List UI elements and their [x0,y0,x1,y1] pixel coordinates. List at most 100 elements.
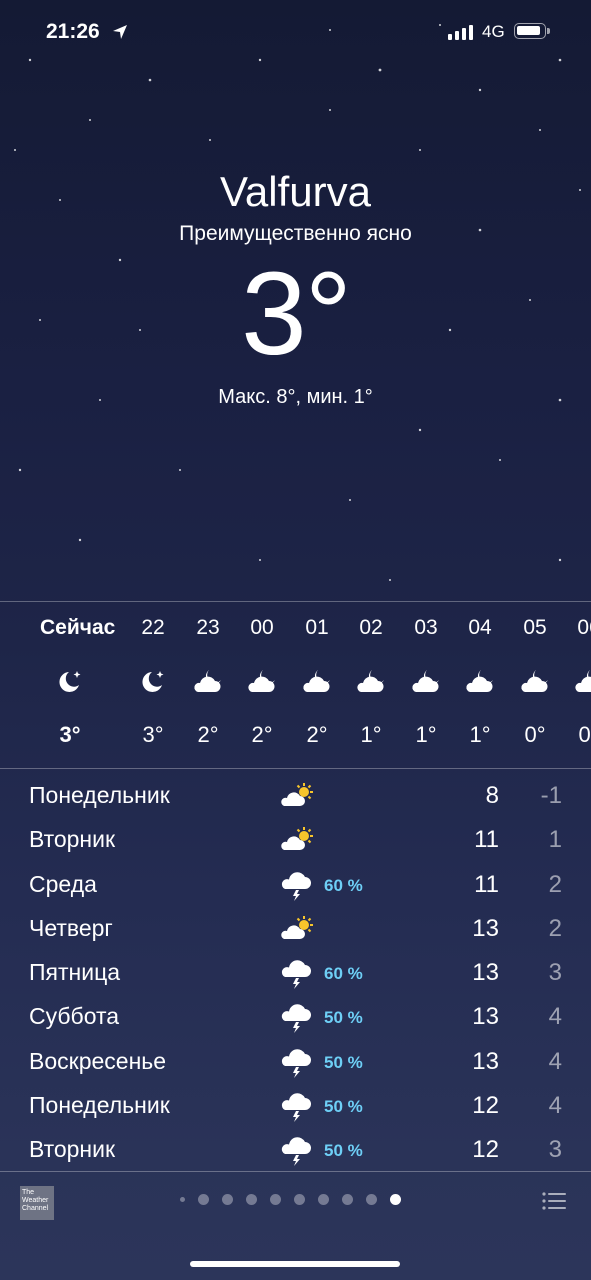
low-temp: 4 [548,1092,562,1120]
thunderstorm-icon [281,871,311,901]
page-dot[interactable] [366,1194,377,1205]
moon-stars-icon [142,671,164,692]
precip-chance: 50 % [324,1008,363,1028]
precip-chance: 60 % [324,875,363,895]
moon-stars-icon [59,671,81,692]
hourly-item: 04 1° [450,602,510,768]
hour-label: 04 [468,616,492,639]
day-name: Воскресенье [29,1047,167,1074]
precip-chance: 50 % [324,1052,363,1072]
cloud-moon-icon [303,670,330,692]
hour-label: 02 [359,616,383,639]
high-temp: 13 [472,959,499,987]
low-temp: 2 [548,914,562,942]
divider [0,1171,591,1172]
cloud-moon-icon [194,670,221,692]
location-arrow-icon [113,25,127,39]
hour-label: 06 [577,616,591,639]
day-name: Суббота [29,1003,120,1030]
hour-temp: 2° [251,722,273,747]
page-dot[interactable] [198,1194,209,1205]
hour-label: 00 [250,616,274,639]
day-name: Понедельник [29,782,170,808]
hourly-item: 00 2° [232,602,292,768]
day-name: Четверг [29,914,113,941]
hourly-item: 06 0° [559,602,591,768]
hour-temp: 3° [59,722,81,747]
daily-row: Вторник 11 1 [0,818,591,862]
thunderstorm-icon [281,1093,311,1123]
city-list-icon[interactable] [542,1192,566,1210]
cloud-moon-icon [521,670,548,692]
hour-label: Сейчас [40,616,116,639]
precip-chance: 50 % [324,1097,363,1117]
page-dot[interactable] [342,1194,353,1205]
hour-temp: 1° [415,722,437,747]
hour-temp: 0° [578,722,591,747]
page-dot[interactable] [246,1194,257,1205]
high-temp: 11 [474,826,499,854]
thunderstorm-icon [281,1137,311,1167]
cloud-moon-icon [575,670,591,692]
daily-row: Пятница 60 % 13 3 [0,951,591,995]
high-temp: 11 [474,870,499,898]
page-dot-active[interactable] [390,1194,401,1205]
hourly-item: 05 0° [505,602,565,768]
low-temp: 3 [548,1136,562,1164]
status-bar: 21:26 4G [0,20,591,48]
high-temp: 12 [472,1136,499,1164]
daily-row: Понедельник 8 -1 [0,774,591,818]
hour-temp: 1° [469,722,491,747]
partly-sunny-icon [281,783,313,806]
day-name: Понедельник [29,1092,170,1119]
high-temp: 13 [472,1003,499,1031]
cloud-moon-icon [248,670,275,692]
home-indicator[interactable] [190,1261,400,1267]
low-temp: 3 [548,959,562,987]
weather-channel-logo[interactable]: The Weather Channel [20,1186,54,1220]
page-dot[interactable] [270,1194,281,1205]
day-name: Среда [29,870,97,897]
daily-forecast[interactable]: Понедельник 8 -1 Вторник 11 1 Среда 60 %… [0,774,591,1173]
thunderstorm-icon [281,1004,311,1034]
thunderstorm-icon [281,960,311,990]
precip-chance: 60 % [324,964,363,984]
hourly-item: 23 2° [178,602,238,768]
high-temp: 12 [472,1092,499,1120]
cloud-moon-icon [412,670,439,692]
hourly-item: 02 1° [341,602,401,768]
day-name: Вторник [29,826,116,853]
hourly-item: 03 1° [396,602,456,768]
current-temperature: 3° [241,248,352,380]
high-temp: 8 [485,782,499,809]
condition-text: Преимущественно ясно [179,222,412,245]
low-temp: 4 [548,1003,562,1031]
page-dot[interactable] [222,1194,233,1205]
hour-temp: 2° [197,722,219,747]
hour-label: 03 [414,616,438,639]
daily-row: Четверг 13 2 [0,907,591,951]
hour-label: 01 [305,616,329,639]
hour-temp: 1° [360,722,382,747]
low-temp: -1 [540,782,562,809]
status-time: 21:26 [46,20,100,43]
page-indicator[interactable] [180,1194,401,1205]
hourly-item: 01 2° [287,602,347,768]
daily-row: Среда 60 % 11 2 [0,863,591,907]
hour-label: 22 [141,616,165,639]
low-temp: 1 [548,826,562,854]
partly-sunny-icon [281,915,313,939]
daily-row: Понедельник 50 % 12 4 [0,1084,591,1128]
page-dot[interactable] [294,1194,305,1205]
thunderstorm-icon [281,1049,311,1078]
hourly-forecast[interactable]: Сейчас 3° 22 3° 23 2° 00 2° 01 2° 02 1° … [0,602,591,768]
low-temp: 4 [548,1047,562,1075]
partly-sunny-icon [281,827,313,851]
hour-label: 05 [523,616,547,639]
location-page-dot[interactable] [180,1197,185,1202]
high-temp: 13 [472,1047,499,1075]
daily-row: Вторник 50 % 12 3 [0,1128,591,1172]
page-dot[interactable] [318,1194,329,1205]
high-temp: 13 [472,914,499,942]
cloud-moon-icon [466,670,493,692]
